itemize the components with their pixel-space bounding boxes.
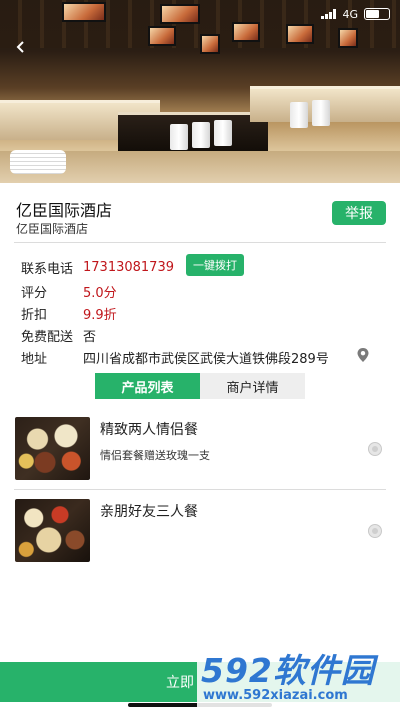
delivery-value: 否 xyxy=(83,330,97,345)
discount-label: 折扣 xyxy=(21,308,48,323)
order-now-label: 立即 xyxy=(166,675,194,691)
product-name: 精致两人情侣餐 xyxy=(100,422,198,438)
store-subtitle: 亿臣国际酒店 xyxy=(16,222,89,236)
hero-screen xyxy=(232,22,260,42)
network-label: 4G xyxy=(342,7,358,21)
tab-bar: 产品列表 商户详情 xyxy=(95,373,306,399)
back-arrow-icon xyxy=(16,41,24,53)
tab-product-list[interactable]: 产品列表 xyxy=(95,373,200,399)
hero-plate xyxy=(290,102,308,128)
status-bar: 4G xyxy=(321,6,390,22)
product-image xyxy=(15,417,90,480)
hero-plate xyxy=(192,122,210,148)
call-button[interactable]: 一键拨打 xyxy=(186,254,244,276)
hero-photo: 4G xyxy=(0,0,400,183)
hero-screen xyxy=(286,24,314,44)
product-description: 情侣套餐赠送玫瑰一支 xyxy=(100,449,210,462)
store-name: 亿臣国际酒店 xyxy=(16,201,113,220)
phone-row: 联系电话 17313081739 xyxy=(21,258,174,277)
rating-row: 评分 5.0分 xyxy=(21,282,117,301)
list-item[interactable]: 亲朋好友三人餐 xyxy=(0,499,400,579)
tab-merchant-details[interactable]: 商户详情 xyxy=(200,373,305,399)
rating-value: 5.0分 xyxy=(83,286,117,301)
select-radio[interactable] xyxy=(368,442,382,456)
select-radio[interactable] xyxy=(368,524,382,538)
signal-icon xyxy=(321,9,337,19)
discount-row: 折扣 9.9折 xyxy=(21,304,117,323)
hero-screen xyxy=(62,2,106,22)
hero-plate-stack xyxy=(10,150,66,174)
address-value: 四川省成都市武侯区武侯大道铁佛段289号 xyxy=(83,352,329,367)
hero-screen xyxy=(200,34,220,54)
hero-screen xyxy=(160,4,200,24)
battery-icon xyxy=(364,8,390,20)
delivery-label: 免费配送 xyxy=(21,330,74,345)
hero-plate xyxy=(312,100,330,126)
back-button[interactable] xyxy=(10,36,32,58)
hero-plate xyxy=(214,120,232,146)
divider xyxy=(14,242,386,243)
product-image xyxy=(15,499,90,562)
hero-screen xyxy=(338,28,358,48)
watermark-logo: 592软件园 xyxy=(201,651,375,690)
phone-value[interactable]: 17313081739 xyxy=(83,260,174,275)
phone-label: 联系电话 xyxy=(21,262,74,277)
report-button[interactable]: 举报 xyxy=(332,201,386,225)
watermark-url: www.592xiazai.com xyxy=(203,688,348,703)
hero-screen xyxy=(148,26,176,46)
hero-plate xyxy=(170,124,188,150)
product-name: 亲朋好友三人餐 xyxy=(100,504,198,520)
divider xyxy=(14,489,386,490)
location-pin-icon[interactable] xyxy=(356,347,370,363)
rating-label: 评分 xyxy=(21,286,48,301)
watermark: 592软件园 www.592xiazai.com xyxy=(197,638,400,711)
discount-value: 9.9折 xyxy=(83,308,117,323)
list-item[interactable]: 精致两人情侣餐 情侣套餐赠送玫瑰一支 xyxy=(0,417,400,497)
delivery-row: 免费配送 否 xyxy=(21,326,96,345)
address-row: 地址 四川省成都市武侯区武侯大道铁佛段289号 xyxy=(21,348,329,367)
address-label: 地址 xyxy=(21,352,48,367)
